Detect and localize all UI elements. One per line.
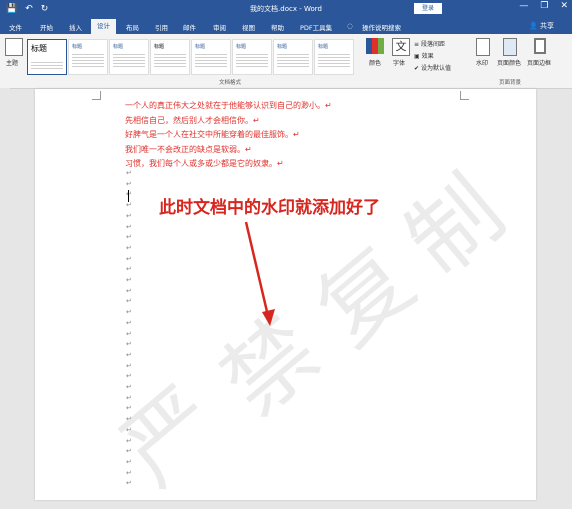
- annotation-arrow: [244, 221, 275, 326]
